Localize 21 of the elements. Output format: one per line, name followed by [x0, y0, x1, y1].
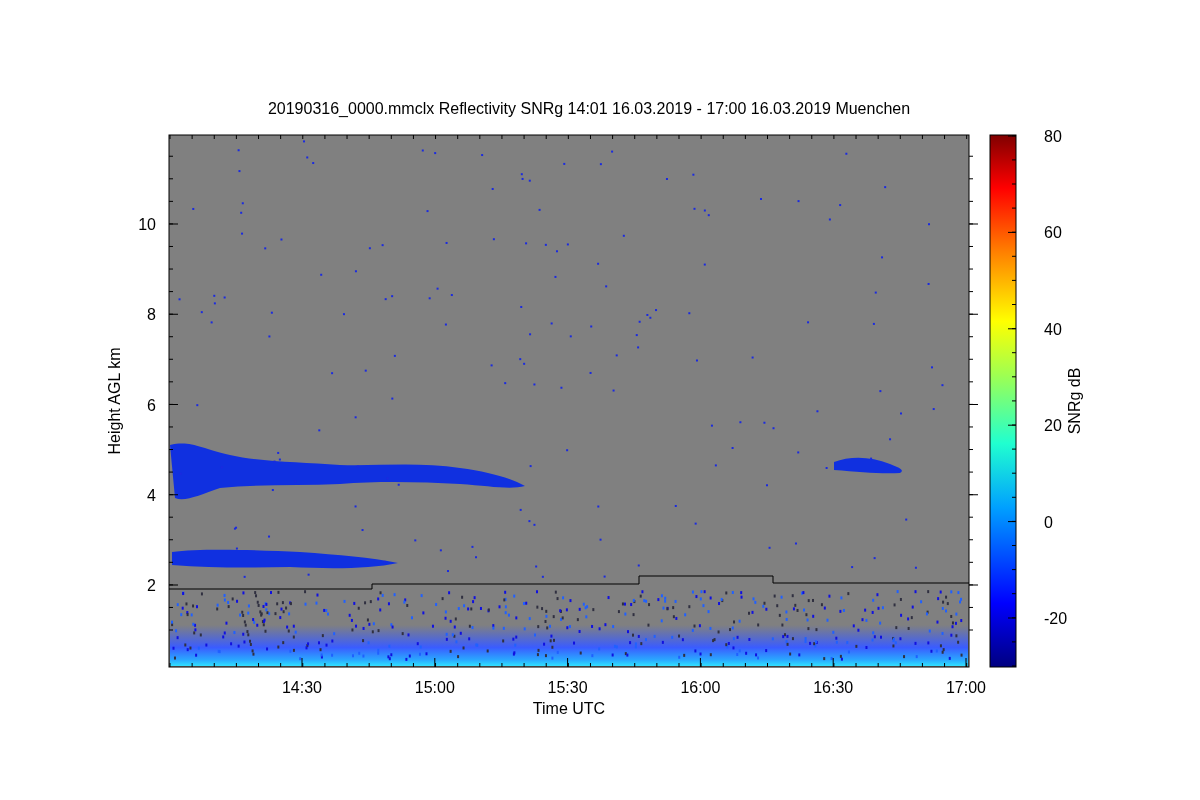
y-tick-label: 8: [147, 306, 156, 324]
x-tick-label: 16:00: [680, 679, 721, 696]
y-tick-label: 2: [147, 577, 156, 594]
x-tick-label: 15:30: [547, 679, 588, 696]
y-tick-label: 10: [138, 216, 156, 233]
y-axis-label: Height AGL km: [106, 347, 123, 455]
colorbar-tick-label: 0: [1044, 513, 1053, 531]
colorbar-tick-label: 80: [1044, 128, 1062, 145]
x-tick-label: 14:30: [282, 679, 322, 696]
colorbar-label: SNRg dB: [1066, 367, 1083, 435]
x-tick-label: 16:30: [813, 679, 854, 696]
chart-title: 20190316_0000.mmclx Reflectivity SNRg 14:01 16.03.2019 - 17:00 16.03.2019 Muenchen: [267, 100, 911, 117]
colorbar-tick-label: 20: [1044, 417, 1062, 435]
x-tick-label: 17:00: [946, 679, 986, 696]
x-axis-label: Time UTC: [532, 700, 606, 717]
colorbar-tick-label: 60: [1044, 224, 1062, 242]
colorbar-tick-label: -20: [1044, 610, 1068, 627]
y-tick-label: 6: [147, 396, 156, 414]
y-tick-label: 4: [147, 486, 156, 504]
x-tick-label: 15:00: [414, 679, 455, 696]
colorbar-tick-label: 40: [1044, 320, 1062, 338]
